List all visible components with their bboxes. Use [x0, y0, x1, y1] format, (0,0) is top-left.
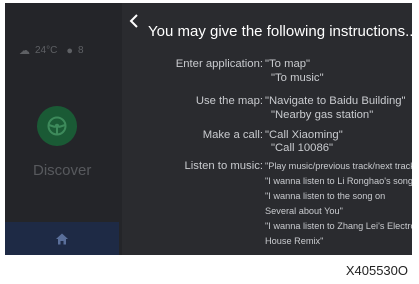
instruction-line: "Navigate to Baidu Building"	[265, 95, 406, 107]
section-label-enter-application: Enter application:	[175, 58, 263, 70]
section-label-listen-to-music: Listen to music:	[184, 160, 263, 172]
instruction-line: Several about You"	[265, 206, 343, 216]
home-icon	[56, 233, 68, 244]
home-tab[interactable]	[5, 222, 119, 255]
bulb-icon: ●	[66, 44, 73, 57]
section-label-make-a-call: Make a call:	[202, 129, 263, 141]
back-chevron-icon[interactable]	[127, 12, 141, 30]
home-screen-background: ☁ 24°C ● 8 Discover	[5, 3, 122, 255]
panel-title: You may give the following instructions.…	[148, 23, 412, 40]
status-partial-text: 8	[78, 45, 84, 56]
instruction-line: "Call 10086"	[271, 142, 334, 154]
steering-wheel-button[interactable]	[37, 106, 77, 146]
status-row: ☁ 24°C ● 8	[19, 44, 84, 58]
screen-frame: ☁ 24°C ● 8 Discover You may give the fol…	[5, 3, 412, 255]
temperature-text: 24°C	[35, 45, 58, 56]
instruction-line: "To music"	[271, 72, 324, 84]
steering-wheel-icon	[47, 116, 67, 136]
figure-code: X405530O	[345, 263, 408, 278]
instruction-line: "Call Xiaoming"	[265, 129, 343, 141]
instructions-panel: You may give the following instructions.…	[122, 3, 412, 255]
instruction-line: "To map"	[265, 58, 311, 70]
instruction-line: "I wanna listen to the song on	[265, 191, 386, 201]
instruction-line: "Play music/previous track/next track"	[265, 161, 412, 171]
instruction-line: "I wanna listen to Li Ronghao's song"	[265, 176, 412, 186]
cloud-icon: ☁	[19, 45, 30, 57]
instruction-line: House Remix"	[265, 236, 324, 246]
instruction-line: "I wanna listen to Zhang Lei's Electro	[265, 221, 412, 231]
instruction-line: "Nearby gas station"	[271, 109, 374, 121]
discover-label[interactable]: Discover	[33, 162, 91, 179]
section-label-use-the-map: Use the map:	[195, 95, 263, 107]
